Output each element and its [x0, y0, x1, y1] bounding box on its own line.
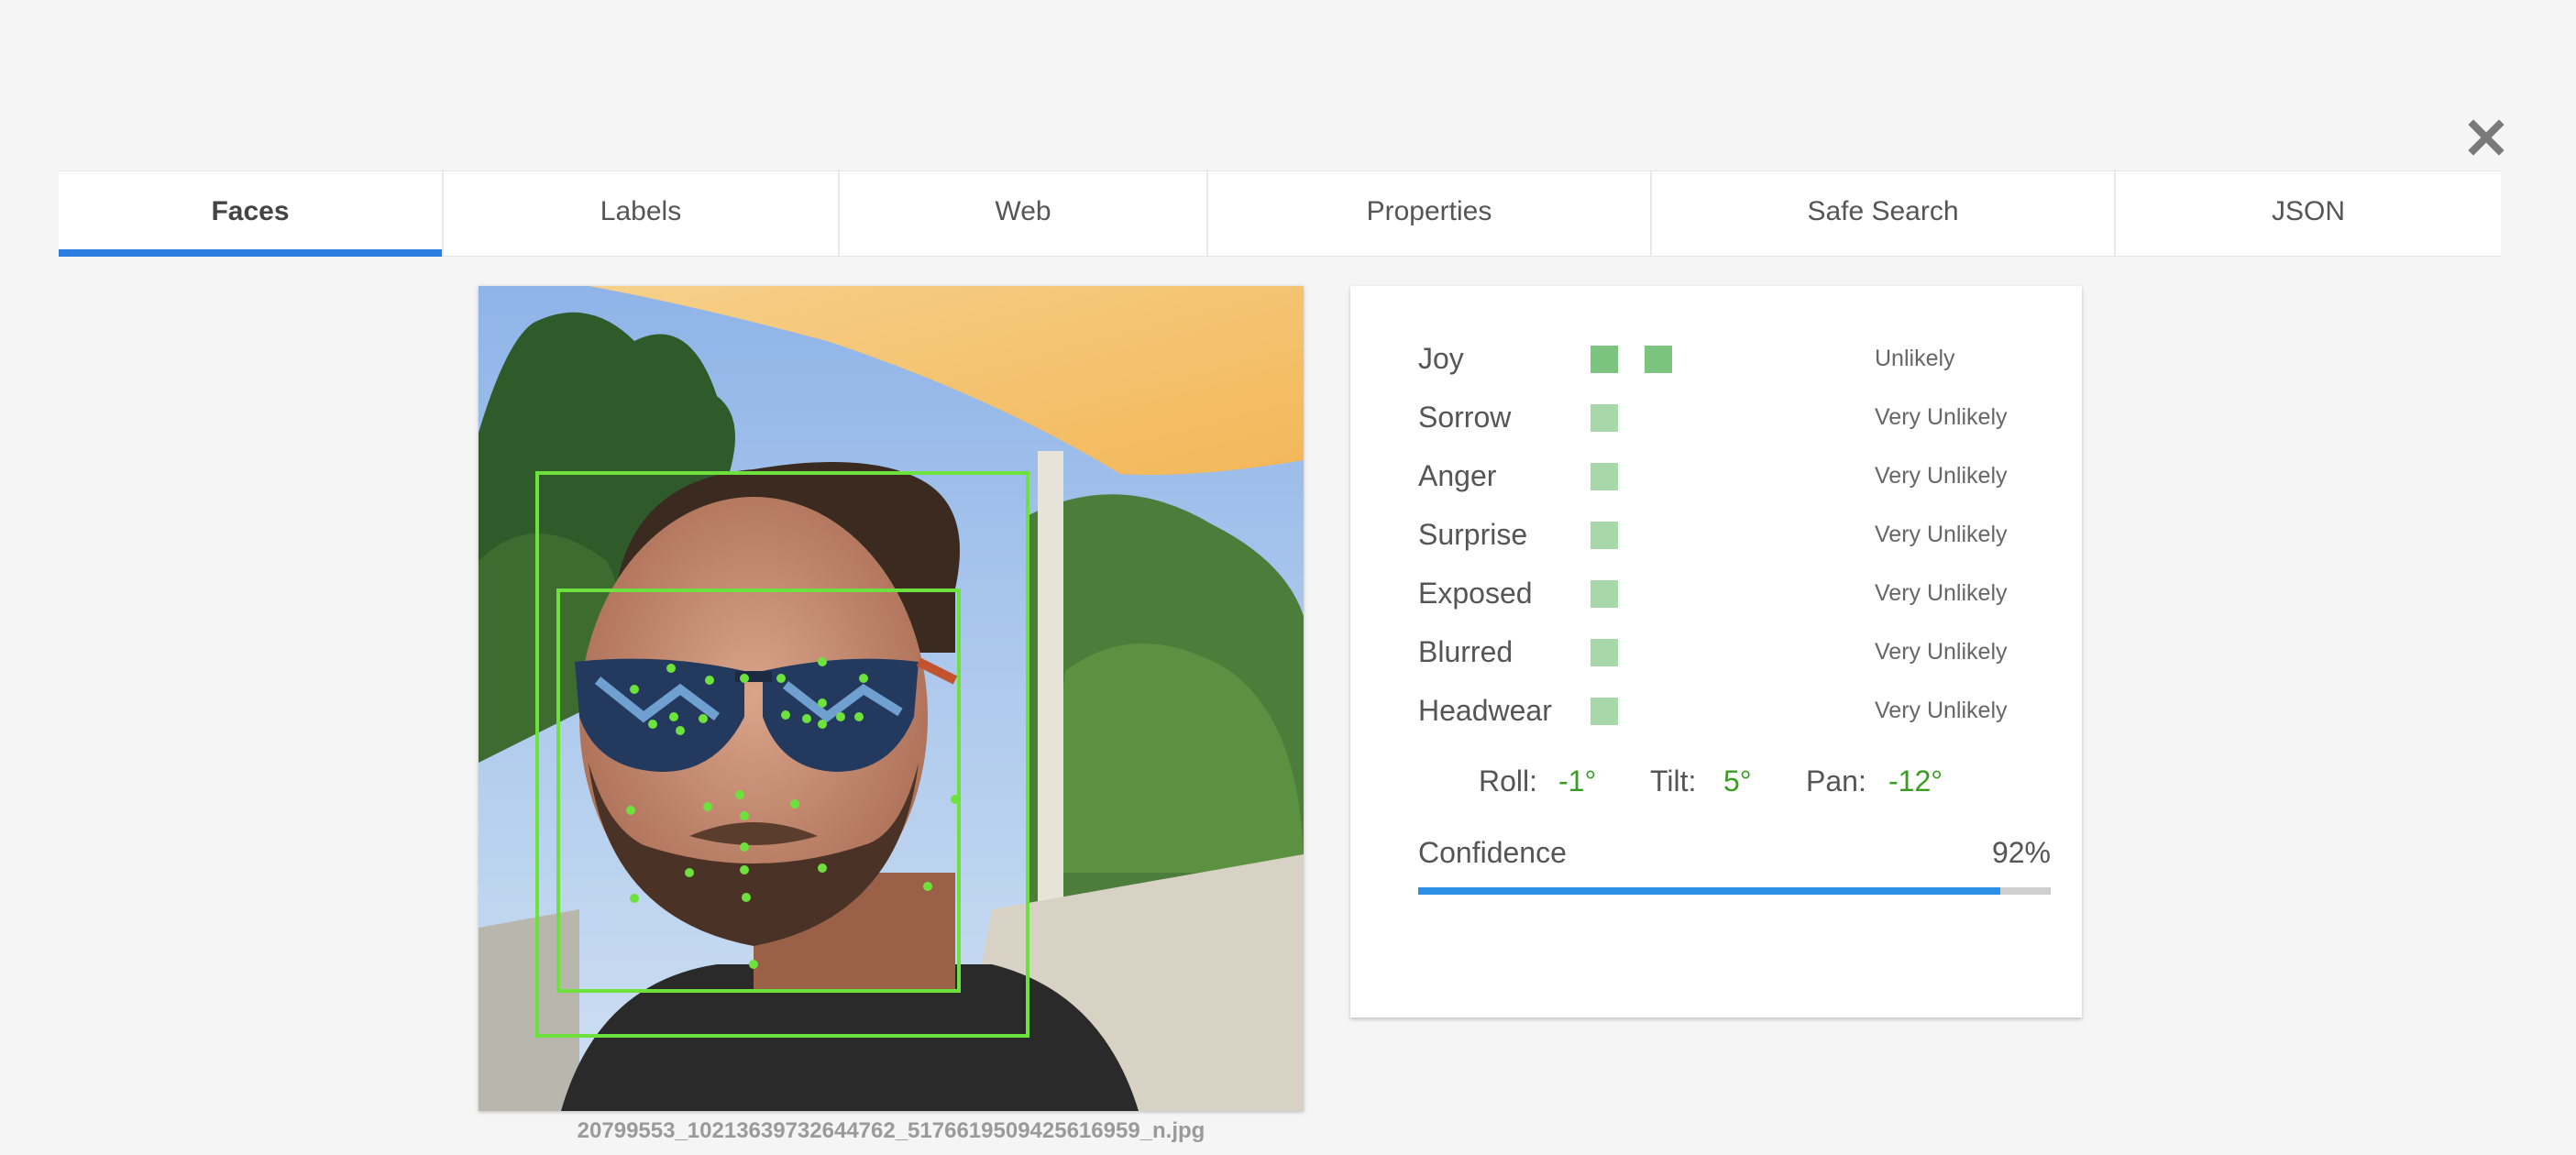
- tab-web[interactable]: Web: [840, 171, 1208, 256]
- confidence-track: [1418, 887, 2051, 895]
- emotion-likelihood: Very Unlikely: [1875, 463, 2008, 489]
- emotion-label: Sorrow: [1418, 401, 1512, 434]
- likelihood-bar: [1591, 580, 1618, 608]
- face-angles: Roll: -1° Tilt: 5° Pan: -12°: [1350, 763, 2082, 799]
- emotion-label: Surprise: [1418, 518, 1528, 551]
- tab-properties[interactable]: Properties: [1208, 171, 1652, 256]
- likelihood-bar: [1591, 346, 1618, 373]
- emotion-row-sorrow: Sorrow Very Unlikely: [1418, 399, 2023, 435]
- emotion-likelihood: Unlikely: [1875, 346, 1955, 371]
- pan-value: -12°: [1888, 764, 1943, 798]
- tab-bar: Faces Labels Web Properties Safe Search …: [59, 170, 2501, 257]
- emotion-likelihood: Very Unlikely: [1875, 698, 2008, 723]
- tilt-value: 5°: [1723, 764, 1752, 798]
- likelihood-bar: [1591, 522, 1618, 549]
- emotion-likelihood: Very Unlikely: [1875, 404, 2008, 430]
- roll-label: Roll:: [1479, 764, 1538, 798]
- emotion-label: Joy: [1418, 342, 1464, 375]
- emotion-label: Blurred: [1418, 635, 1514, 668]
- tab-safe-search[interactable]: Safe Search: [1652, 171, 2116, 256]
- emotion-likelihood: Very Unlikely: [1875, 580, 2008, 606]
- tab-faces[interactable]: Faces: [59, 171, 444, 257]
- pan-label: Pan:: [1806, 764, 1866, 798]
- analyzed-photo: [479, 286, 1304, 1111]
- likelihood-bar: [1591, 639, 1618, 666]
- close-icon: [2468, 119, 2504, 156]
- emotion-label: Exposed: [1418, 577, 1533, 610]
- face-photo-illustration: [479, 286, 1304, 1111]
- emotion-likelihood: Very Unlikely: [1875, 522, 2008, 547]
- emotion-likelihood: Very Unlikely: [1875, 639, 2008, 665]
- roll-value: -1°: [1558, 764, 1597, 798]
- close-button[interactable]: [2466, 117, 2506, 158]
- emotion-row-surprise: Surprise Very Unlikely: [1418, 516, 2023, 553]
- emotion-label: Anger: [1418, 459, 1497, 492]
- face-details-panel: Joy Unlikely Sorrow Very Unlikely Anger …: [1350, 286, 2082, 1018]
- tab-json[interactable]: JSON: [2116, 171, 2501, 256]
- emotion-row-exposed: Exposed Very Unlikely: [1418, 575, 2023, 611]
- tab-labels[interactable]: Labels: [444, 171, 840, 256]
- emotion-row-joy: Joy Unlikely: [1418, 340, 2023, 377]
- emotion-row-blurred: Blurred Very Unlikely: [1418, 633, 2023, 670]
- confidence-fill: [1418, 887, 2000, 895]
- emotion-row-anger: Anger Very Unlikely: [1418, 457, 2023, 494]
- emotion-row-headwear: Headwear Very Unlikely: [1418, 692, 2023, 729]
- likelihood-bar: [1645, 346, 1672, 373]
- likelihood-bar: [1591, 698, 1618, 725]
- likelihood-bar: [1591, 404, 1618, 432]
- tilt-label: Tilt:: [1650, 764, 1697, 798]
- likelihood-bar: [1591, 463, 1618, 490]
- emotion-label: Headwear: [1418, 694, 1552, 727]
- confidence-value: 92%: [1991, 836, 2051, 869]
- confidence-label: Confidence: [1418, 836, 1567, 869]
- image-filename: 20799553_10213639732644762_5176619509425…: [577, 1118, 1205, 1143]
